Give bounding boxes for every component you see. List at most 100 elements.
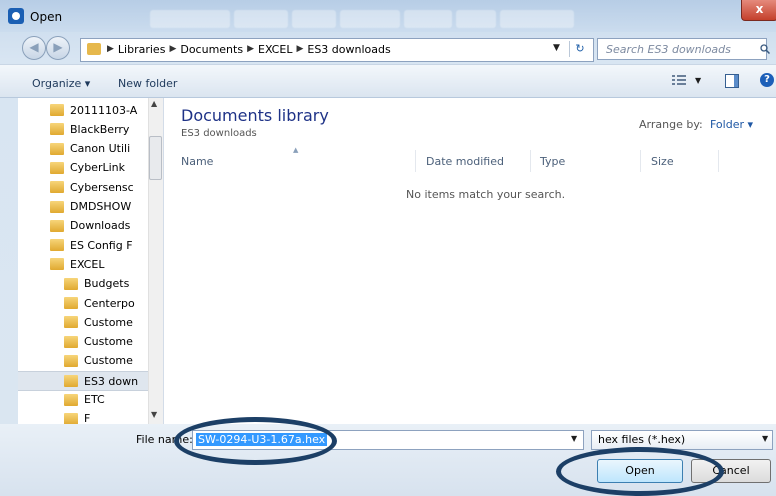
- views-dropdown-icon[interactable]: ▼: [695, 76, 701, 85]
- search-icon[interactable]: [760, 44, 770, 54]
- nav-tree-item-label: EXCEL: [70, 257, 105, 271]
- annotation-oval-open-button: [556, 447, 724, 496]
- nav-tree-item[interactable]: F: [64, 410, 90, 424]
- nav-tree-item-label: F: [84, 412, 91, 424]
- nav-tree-item[interactable]: Custome: [64, 313, 133, 331]
- breadcrumb-arrow-icon: ▶: [169, 44, 177, 54]
- nav-tree-item[interactable]: ES3 down: [18, 371, 163, 392]
- column-size[interactable]: Size: [651, 155, 674, 168]
- refresh-icon[interactable]: ↻: [569, 41, 590, 57]
- address-dropdown-icon[interactable]: ▼: [553, 43, 560, 53]
- nav-tree-item[interactable]: Centerpo: [64, 294, 135, 312]
- forward-button[interactable]: ▶: [46, 36, 70, 60]
- folder-icon: [50, 258, 64, 271]
- file-type-value: hex files (*.hex): [598, 433, 686, 446]
- organize-button[interactable]: Organize ▾: [32, 77, 90, 90]
- folder-icon: [50, 161, 64, 174]
- nav-tree-item-label: ES3 down: [84, 374, 139, 388]
- nav-tree-item-label: Custome: [84, 315, 133, 329]
- breadcrumb-libraries[interactable]: Libraries: [118, 43, 166, 56]
- nav-tree-item[interactable]: Custome: [64, 333, 133, 351]
- close-button[interactable]: x: [741, 0, 776, 21]
- nav-tree-item-label: 20111103-A: [70, 103, 138, 117]
- column-divider[interactable]: [640, 150, 641, 172]
- nav-tree-item-label: Centerpo: [84, 296, 135, 310]
- nav-tree-item[interactable]: Budgets: [64, 275, 129, 293]
- views-icon[interactable]: [672, 74, 686, 86]
- breadcrumb-arrow-icon: ▶: [296, 44, 304, 54]
- column-divider[interactable]: [415, 150, 416, 172]
- new-folder-button[interactable]: New folder: [118, 77, 177, 90]
- library-title: Documents library: [181, 106, 329, 125]
- nav-tree-item[interactable]: CyberLink: [50, 159, 125, 177]
- help-icon[interactable]: ?: [760, 73, 774, 87]
- app-icon: [8, 8, 24, 24]
- background-tabs: [150, 10, 574, 28]
- window-title: Open: [30, 10, 63, 24]
- arrange-by-label: Arrange by:: [639, 118, 703, 131]
- nav-tree-item[interactable]: DMDSHOW: [50, 198, 131, 216]
- folder-icon: [87, 43, 101, 55]
- folder-icon: [64, 335, 78, 348]
- column-name[interactable]: Name: [181, 155, 213, 168]
- folder-icon: [50, 219, 64, 232]
- nav-tree-item-label: ETC: [84, 393, 105, 406]
- nav-tree-item[interactable]: Downloads: [50, 217, 130, 235]
- nav-tree-item-label: Custome: [84, 354, 133, 368]
- nav-tree-item[interactable]: BlackBerry: [50, 120, 129, 138]
- breadcrumb: ▶ Libraries ▶ Documents ▶ EXCEL ▶ ES3 do…: [107, 43, 391, 56]
- nav-tree-item-label: Canon Utili: [70, 142, 131, 156]
- preview-pane-icon[interactable]: [725, 74, 739, 88]
- nav-tree-item-label: Custome: [84, 335, 133, 349]
- breadcrumb-excel[interactable]: EXCEL: [258, 43, 292, 56]
- file-name-dropdown-icon[interactable]: ▼: [571, 434, 577, 443]
- breadcrumb-documents[interactable]: Documents: [180, 43, 243, 56]
- folder-icon: [64, 393, 78, 406]
- folder-icon: [50, 181, 64, 194]
- folder-icon: [64, 354, 78, 367]
- folder-icon: [50, 142, 64, 155]
- column-date-modified[interactable]: Date modified: [426, 155, 504, 168]
- library-subtitle: ES3 downloads: [181, 128, 257, 139]
- search-input[interactable]: Search ES3 downloads: [597, 38, 767, 60]
- nav-tree-item[interactable]: EXCEL: [50, 255, 104, 273]
- file-type-dropdown-icon[interactable]: ▼: [762, 434, 768, 443]
- scroll-up-icon[interactable]: ▲: [151, 99, 157, 108]
- folder-icon: [64, 375, 78, 388]
- toolbar: [0, 64, 776, 98]
- sort-arrow-icon: ▲: [293, 146, 299, 154]
- file-list-pane: [164, 98, 776, 424]
- nav-tree-item-label: DMDSHOW: [70, 200, 132, 213]
- nav-tree-item-label: ES Config F: [70, 238, 133, 252]
- forward-arrow-icon: ▶: [53, 40, 63, 54]
- column-divider[interactable]: [718, 150, 719, 172]
- annotation-oval-file-name: [174, 417, 337, 465]
- breadcrumb-arrow-icon: ▶: [107, 44, 114, 54]
- scroll-down-icon[interactable]: ▼: [151, 410, 157, 419]
- nav-scrollbar-thumb[interactable]: [149, 136, 162, 180]
- folder-icon: [64, 277, 78, 290]
- breadcrumb-es3-downloads[interactable]: ES3 downloads: [307, 43, 390, 56]
- folder-icon: [50, 104, 64, 116]
- folder-icon: [50, 200, 64, 213]
- empty-message: No items match your search.: [406, 188, 566, 201]
- column-type[interactable]: Type: [540, 155, 565, 168]
- title-bar: Open x: [0, 0, 776, 32]
- address-bar[interactable]: ▶ Libraries ▶ Documents ▶ EXCEL ▶ ES3 do…: [80, 38, 594, 62]
- nav-tree-item[interactable]: Canon Utili: [50, 140, 130, 158]
- nav-tree-item[interactable]: Cybersensc: [50, 178, 134, 196]
- nav-tree-item-label: Downloads: [70, 219, 131, 233]
- nav-tree-item-label: Budgets: [84, 277, 130, 291]
- arrange-by-dropdown[interactable]: Folder ▾: [710, 118, 753, 131]
- nav-tree-item[interactable]: 20111103-A: [50, 101, 137, 119]
- nav-tree-item[interactable]: ES Config F: [50, 236, 133, 254]
- back-button[interactable]: ◀: [22, 36, 46, 60]
- column-divider[interactable]: [530, 150, 531, 172]
- nav-tree-item[interactable]: ETC: [64, 391, 105, 409]
- folder-icon: [50, 239, 64, 252]
- folder-icon: [50, 123, 64, 136]
- folder-icon: [64, 316, 78, 329]
- navigation-pane: 20111103-A BlackBerry Canon Utili CyberLink…: [18, 98, 164, 424]
- breadcrumb-arrow-icon: ▶: [247, 44, 254, 54]
- nav-tree-item[interactable]: Custome: [64, 352, 133, 370]
